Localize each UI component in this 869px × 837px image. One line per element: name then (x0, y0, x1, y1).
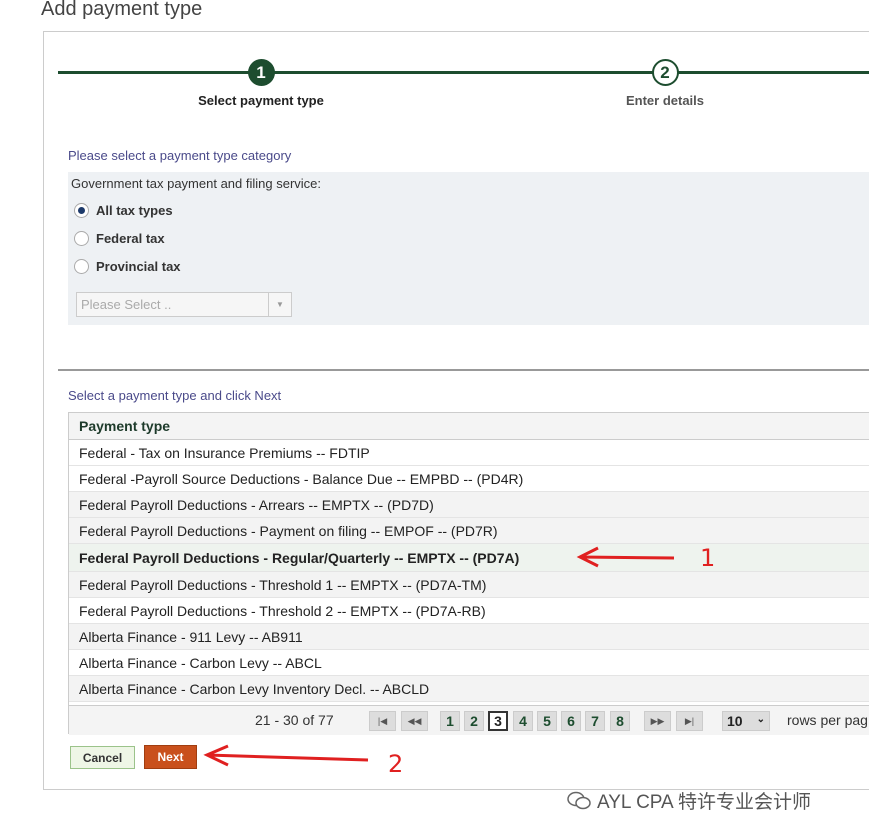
annotation-label-1: 1 (700, 544, 716, 572)
annotation-arrow-1-shape (576, 546, 675, 568)
wechat-icon (567, 791, 591, 809)
annotation-arrow-2-shape (203, 744, 369, 767)
watermark: AYL CPA 特许专业会计师 (567, 787, 811, 814)
watermark-text: AYL CPA 特许专业会计师 (597, 792, 811, 813)
annotation-label-2: 2 (388, 750, 404, 778)
annotation-arrow-1 (203, 546, 675, 767)
